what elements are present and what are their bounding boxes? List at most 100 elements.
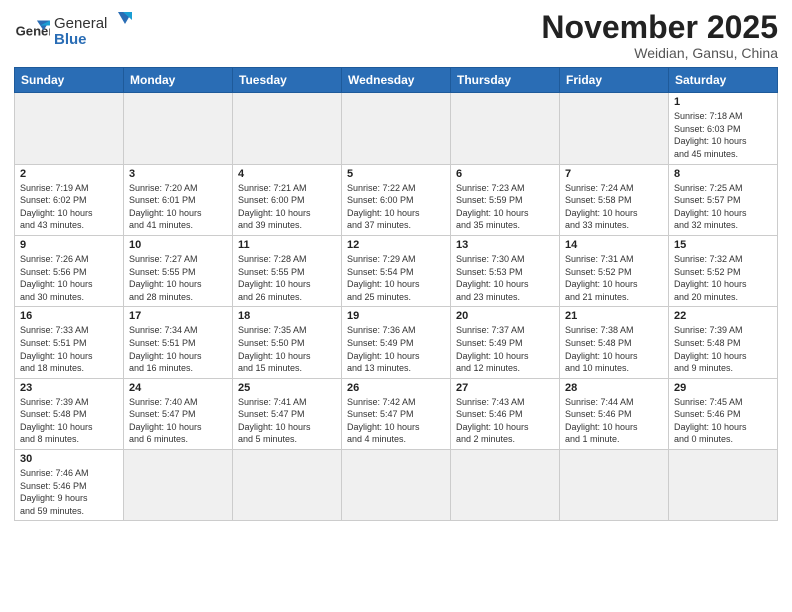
day-number: 15: [674, 239, 772, 251]
day-number: 27: [456, 382, 554, 394]
page: General General Blue November 2025 Weidi…: [0, 0, 792, 612]
day-number: 2: [20, 168, 118, 180]
day-info: Sunrise: 7:44 AMSunset: 5:46 PMDaylight:…: [565, 396, 663, 446]
calendar-cell: 11 Sunrise: 7:28 AMSunset: 5:55 PMDayligh…: [233, 235, 342, 306]
day-number: 25: [238, 382, 336, 394]
day-info: Sunrise: 7:24 AMSunset: 5:58 PMDaylight:…: [565, 182, 663, 232]
calendar-cell: [342, 93, 451, 164]
day-info: Sunrise: 7:21 AMSunset: 6:00 PMDaylight:…: [238, 182, 336, 232]
header: General General Blue November 2025 Weidi…: [14, 10, 778, 61]
calendar-cell: [451, 450, 560, 521]
day-info: Sunrise: 7:39 AMSunset: 5:48 PMDaylight:…: [20, 396, 118, 446]
day-info: Sunrise: 7:30 AMSunset: 5:53 PMDaylight:…: [456, 253, 554, 303]
day-info: Sunrise: 7:29 AMSunset: 5:54 PMDaylight:…: [347, 253, 445, 303]
calendar-cell: 3Sunrise: 7:20 AMSunset: 6:01 PMDaylight…: [124, 164, 233, 235]
calendar-cell: 20 Sunrise: 7:37 AMSunset: 5:49 PMDayligh…: [451, 307, 560, 378]
calendar-cell: 2 Sunrise: 7:19 AMSunset: 6:02 PMDaylight…: [15, 164, 124, 235]
day-info: Sunrise: 7:41 AMSunset: 5:47 PMDaylight:…: [238, 396, 336, 446]
calendar-cell: 16Sunrise: 7:33 AMSunset: 5:51 PMDayligh…: [15, 307, 124, 378]
calendar-cell: 26 Sunrise: 7:42 AMSunset: 5:47 PMDayligh…: [342, 378, 451, 449]
day-info: Sunrise: 7:22 AMSunset: 6:00 PMDaylight:…: [347, 182, 445, 232]
day-info: Sunrise: 7:45 AMSunset: 5:46 PMDaylight:…: [674, 396, 772, 446]
col-monday: Monday: [124, 68, 233, 93]
calendar-cell: 21 Sunrise: 7:38 AMSunset: 5:48 PMDayligh…: [560, 307, 669, 378]
calendar-week-row: 9Sunrise: 7:26 AMSunset: 5:56 PMDaylight…: [15, 235, 778, 306]
day-info: Sunrise: 7:32 AMSunset: 5:52 PMDaylight:…: [674, 253, 772, 303]
calendar-cell: 12Sunrise: 7:29 AMSunset: 5:54 PMDayligh…: [342, 235, 451, 306]
day-number: 26: [347, 382, 445, 394]
day-number: 24: [129, 382, 227, 394]
day-info: Sunrise: 7:37 AMSunset: 5:49 PMDaylight:…: [456, 324, 554, 374]
calendar-cell: [124, 93, 233, 164]
svg-text:General: General: [54, 15, 107, 32]
calendar-cell: 6Sunrise: 7:23 AMSunset: 5:59 PMDaylight…: [451, 164, 560, 235]
svg-text:Blue: Blue: [54, 31, 87, 48]
day-info: Sunrise: 7:39 AMSunset: 5:48 PMDaylight:…: [674, 324, 772, 374]
calendar-cell: 4 Sunrise: 7:21 AMSunset: 6:00 PMDaylight…: [233, 164, 342, 235]
calendar-cell: [15, 93, 124, 164]
logo-text: General Blue: [54, 10, 134, 53]
day-number: 4: [238, 168, 336, 180]
calendar-cell: 30 Sunrise: 7:46 AMSunset: 5:46 PMDayligh…: [15, 450, 124, 521]
day-number: 11: [238, 239, 336, 251]
calendar-cell: 8 Sunrise: 7:25 AMSunset: 5:57 PMDaylight…: [669, 164, 778, 235]
day-number: 5: [347, 168, 445, 180]
col-friday: Friday: [560, 68, 669, 93]
col-sunday: Sunday: [15, 68, 124, 93]
location: Weidian, Gansu, China: [541, 45, 778, 61]
day-number: 23: [20, 382, 118, 394]
day-number: 20: [456, 310, 554, 322]
logo: General General Blue: [14, 10, 134, 53]
month-title: November 2025: [541, 10, 778, 45]
day-number: 1: [674, 96, 772, 108]
day-info: Sunrise: 7:18 AMSunset: 6:03 PMDaylight:…: [674, 110, 772, 160]
day-info: Sunrise: 7:38 AMSunset: 5:48 PMDaylight:…: [565, 324, 663, 374]
day-info: Sunrise: 7:46 AMSunset: 5:46 PMDaylight:…: [20, 467, 118, 517]
col-tuesday: Tuesday: [233, 68, 342, 93]
day-info: Sunrise: 7:27 AMSunset: 5:55 PMDaylight:…: [129, 253, 227, 303]
calendar-week-row: 16Sunrise: 7:33 AMSunset: 5:51 PMDayligh…: [15, 307, 778, 378]
day-info: Sunrise: 7:31 AMSunset: 5:52 PMDaylight:…: [565, 253, 663, 303]
calendar-cell: 24 Sunrise: 7:40 AMSunset: 5:47 PMDayligh…: [124, 378, 233, 449]
day-number: 16: [20, 310, 118, 322]
col-saturday: Saturday: [669, 68, 778, 93]
calendar-cell: [451, 93, 560, 164]
day-info: Sunrise: 7:35 AMSunset: 5:50 PMDaylight:…: [238, 324, 336, 374]
calendar-cell: 28Sunrise: 7:44 AMSunset: 5:46 PMDayligh…: [560, 378, 669, 449]
title-block: November 2025 Weidian, Gansu, China: [541, 10, 778, 61]
day-number: 21: [565, 310, 663, 322]
calendar-cell: 18Sunrise: 7:35 AMSunset: 5:50 PMDayligh…: [233, 307, 342, 378]
logo-icon: General: [14, 14, 50, 50]
day-number: 14: [565, 239, 663, 251]
calendar-cell: [669, 450, 778, 521]
day-number: 10: [129, 239, 227, 251]
calendar-cell: [560, 450, 669, 521]
col-wednesday: Wednesday: [342, 68, 451, 93]
calendar-week-row: 30 Sunrise: 7:46 AMSunset: 5:46 PMDayligh…: [15, 450, 778, 521]
day-info: Sunrise: 7:34 AMSunset: 5:51 PMDaylight:…: [129, 324, 227, 374]
calendar-cell: [342, 450, 451, 521]
day-info: Sunrise: 7:42 AMSunset: 5:47 PMDaylight:…: [347, 396, 445, 446]
calendar-cell: 9Sunrise: 7:26 AMSunset: 5:56 PMDaylight…: [15, 235, 124, 306]
calendar-cell: 25 Sunrise: 7:41 AMSunset: 5:47 PMDayligh…: [233, 378, 342, 449]
day-info: Sunrise: 7:23 AMSunset: 5:59 PMDaylight:…: [456, 182, 554, 232]
calendar-cell: 5 Sunrise: 7:22 AMSunset: 6:00 PMDaylight…: [342, 164, 451, 235]
calendar-cell: 19Sunrise: 7:36 AMSunset: 5:49 PMDayligh…: [342, 307, 451, 378]
calendar-week-row: 23 Sunrise: 7:39 AMSunset: 5:48 PMDayligh…: [15, 378, 778, 449]
day-number: 8: [674, 168, 772, 180]
calendar-cell: [124, 450, 233, 521]
calendar-cell: 17Sunrise: 7:34 AMSunset: 5:51 PMDayligh…: [124, 307, 233, 378]
calendar-header-row: Sunday Monday Tuesday Wednesday Thursday…: [15, 68, 778, 93]
day-info: Sunrise: 7:19 AMSunset: 6:02 PMDaylight:…: [20, 182, 118, 232]
calendar-cell: [233, 450, 342, 521]
calendar-week-row: 2 Sunrise: 7:19 AMSunset: 6:02 PMDaylight…: [15, 164, 778, 235]
day-info: Sunrise: 7:25 AMSunset: 5:57 PMDaylight:…: [674, 182, 772, 232]
day-info: Sunrise: 7:28 AMSunset: 5:55 PMDaylight:…: [238, 253, 336, 303]
calendar-cell: 10 Sunrise: 7:27 AMSunset: 5:55 PMDayligh…: [124, 235, 233, 306]
day-number: 29: [674, 382, 772, 394]
day-info: Sunrise: 7:40 AMSunset: 5:47 PMDaylight:…: [129, 396, 227, 446]
calendar-cell: 13Sunrise: 7:30 AMSunset: 5:53 PMDayligh…: [451, 235, 560, 306]
day-number: 9: [20, 239, 118, 251]
calendar-cell: 29 Sunrise: 7:45 AMSunset: 5:46 PMDayligh…: [669, 378, 778, 449]
day-number: 30: [20, 453, 118, 465]
